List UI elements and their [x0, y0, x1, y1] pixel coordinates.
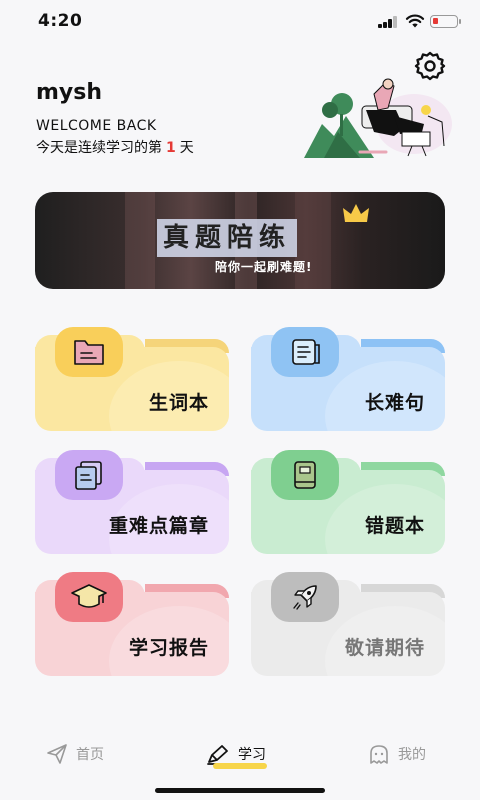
- username: mysh: [36, 80, 103, 105]
- status-bar: 4:20: [0, 0, 480, 44]
- graduation-cap-icon: [55, 572, 123, 622]
- home-indicator: [155, 788, 325, 793]
- streak-prefix: 今天是连续学习的第: [36, 140, 162, 156]
- ghost-icon: [370, 745, 388, 764]
- bottom-tab-bar: 首页 学习 我的: [0, 728, 480, 778]
- tab-label: 我的: [398, 747, 426, 763]
- notebook-icon: [271, 450, 339, 500]
- card-label: 学习报告: [128, 637, 209, 659]
- mistakes-book-card[interactable]: 错题本: [251, 450, 445, 554]
- tab-profile[interactable]: 我的: [368, 736, 426, 772]
- card-label: 重难点篇章: [108, 515, 209, 537]
- tab-home[interactable]: 首页: [46, 736, 104, 772]
- card-label: 生词本: [148, 392, 209, 414]
- active-tab-indicator: [213, 763, 267, 769]
- practice-banner[interactable]: 真题陪练 陪你一起刷难题!: [35, 192, 445, 289]
- welcome-text: WELCOME BACK: [36, 118, 157, 134]
- wifi-icon: [405, 14, 425, 28]
- coming-soon-card[interactable]: 敬请期待: [251, 572, 445, 676]
- study-illustration: [304, 78, 452, 158]
- tab-label: 学习: [238, 747, 266, 763]
- banner-subtitle: 陪你一起刷难题!: [215, 260, 313, 274]
- banner-title: 真题陪练: [157, 219, 298, 257]
- battery-icon: [430, 15, 461, 28]
- scroll-icon: [271, 327, 339, 377]
- card-label: 错题本: [364, 515, 425, 537]
- banner-book-spine: [125, 192, 155, 289]
- study-report-card[interactable]: 学习报告: [35, 572, 229, 676]
- paper-plane-icon: [47, 744, 67, 764]
- folder-doc-icon: [55, 327, 123, 377]
- streak-count: 1: [166, 140, 176, 156]
- documents-icon: [55, 450, 123, 500]
- crown-icon: [343, 204, 369, 222]
- status-time: 4:20: [38, 11, 83, 31]
- card-label: 敬请期待: [344, 637, 425, 659]
- card-label: 长难句: [364, 392, 425, 414]
- vocabulary-book-card[interactable]: 生词本: [35, 327, 229, 431]
- rocket-icon: [271, 572, 339, 622]
- cellular-signal-icon: [378, 16, 400, 28]
- tab-label: 首页: [76, 747, 104, 763]
- pen-icon: [207, 745, 229, 765]
- streak-suffix: 天: [179, 140, 194, 156]
- long-sentences-card[interactable]: 长难句: [251, 327, 445, 431]
- key-passages-card[interactable]: 重难点篇章: [35, 450, 229, 554]
- streak-text: 今天是连续学习的第 1 天: [36, 137, 194, 157]
